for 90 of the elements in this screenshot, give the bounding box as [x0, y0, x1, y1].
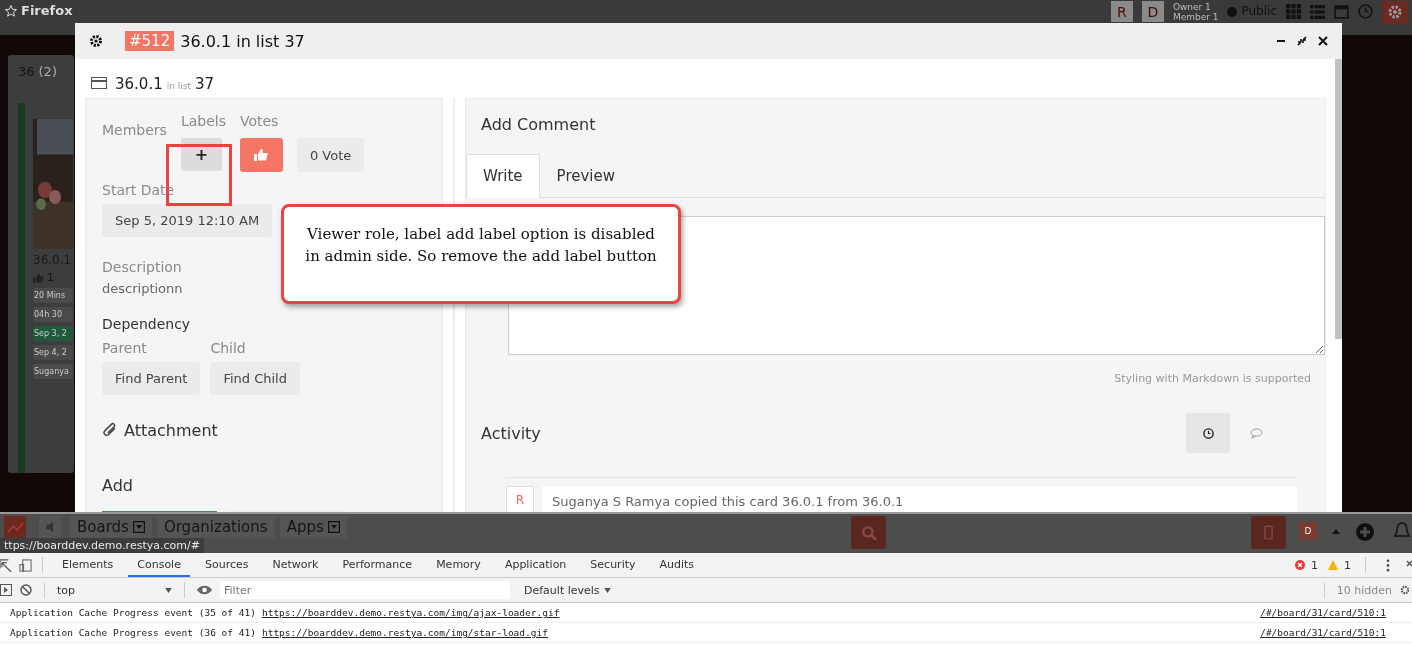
devtools-tab[interactable]: Security	[581, 553, 645, 577]
dropdown-icon	[132, 521, 145, 533]
card-badge: Sep 3, 2	[33, 326, 73, 341]
globe-dot-icon	[1227, 7, 1238, 17]
list-prefix: in list	[166, 81, 191, 91]
log-link[interactable]: https://boarddev.demo.restya.com/img/star-load.gif	[261, 627, 548, 638]
levels-dropdown[interactable]: Default levels	[518, 582, 617, 598]
settings-icon[interactable]	[1400, 585, 1410, 595]
section-heading: Add Comment	[480, 114, 597, 136]
card-number-badge: #512	[125, 31, 175, 51]
settings-button[interactable]	[1382, 1, 1408, 24]
field-label: Labels	[180, 113, 226, 129]
section-heading: Attachment	[124, 421, 218, 440]
warning-count[interactable]: 1	[1344, 558, 1351, 572]
vote-button[interactable]	[239, 138, 283, 172]
card-name: 36.0.1	[115, 75, 163, 93]
close-icon[interactable]	[1318, 36, 1328, 46]
list-name: 37	[195, 75, 215, 93]
filter-field[interactable]: Filter	[220, 581, 510, 599]
field-label: Parent	[102, 340, 147, 356]
inspect-icon[interactable]	[0, 558, 13, 572]
error-icon[interactable]	[1295, 560, 1305, 570]
source-link[interactable]: /#/board/31/card/510:1	[1260, 607, 1386, 618]
section-heading: Activity	[481, 423, 541, 443]
section-heading: Add	[102, 476, 133, 495]
sidebar-toggle-icon[interactable]	[0, 584, 12, 596]
devtools-tab[interactable]: Elements	[53, 553, 123, 577]
clock-filter-button[interactable]	[1186, 413, 1230, 453]
devtools-tab[interactable]: Audits	[650, 553, 704, 577]
avatar: R	[506, 486, 534, 512]
date-button[interactable]: Sep 5, 2019 12:10 AM	[102, 204, 273, 237]
star-icon[interactable]	[5, 5, 17, 17]
add-icon[interactable]	[1355, 522, 1375, 542]
description-text: descriptionn	[102, 281, 183, 296]
field-label: Votes	[239, 113, 280, 129]
card-count: (2)	[38, 64, 57, 79]
role-label: Member 1	[1172, 12, 1219, 22]
modal-title: 36.0.1 in list 37	[180, 31, 305, 51]
avatar[interactable]: D	[1141, 1, 1164, 22]
clock-icon	[1202, 427, 1214, 439]
devtools-tab[interactable]: Performance	[333, 553, 422, 577]
activity-text: Suganya S Ramya copied this card 36.0.1 from 36.0.1	[542, 486, 1297, 512]
eye-icon[interactable]	[197, 585, 212, 595]
phone-icon	[1264, 525, 1273, 540]
avatar[interactable]: R	[1110, 1, 1133, 22]
settings-icon[interactable]	[89, 34, 103, 48]
devtools-tab[interactable]: Network	[263, 553, 328, 577]
context-select[interactable]: top	[57, 583, 172, 597]
card-badge: 04h 30	[33, 307, 73, 322]
find-parent-button[interactable]: Find Parent	[102, 362, 201, 395]
caret-icon[interactable]	[1332, 529, 1340, 534]
browser-title: Firefox	[21, 3, 73, 18]
device-icon[interactable]	[19, 558, 32, 572]
vote-count-button[interactable]: 0 Vote	[296, 138, 365, 172]
devtools-tab[interactable]: Application	[495, 553, 576, 577]
source-link[interactable]: /#/board/31/card/510:1	[1260, 627, 1386, 638]
scrollbar[interactable]	[1335, 59, 1342, 339]
field-label: Child	[210, 340, 246, 356]
card-badge: 20 Mins	[33, 288, 73, 303]
collapse-icon[interactable]	[1297, 36, 1307, 46]
card-badge: Sep 4, 2	[33, 345, 73, 360]
editor-tab[interactable]: Write	[466, 154, 540, 198]
thumbs-up-icon	[33, 272, 44, 283]
more-icon[interactable]	[1386, 558, 1390, 572]
status-url-tooltip: ttps://boarddev.demo.restya.com/#	[0, 538, 204, 553]
role-label: Owner 1	[1172, 2, 1212, 12]
devtools-tab[interactable]: Memory	[427, 553, 490, 577]
error-count[interactable]: 1	[1311, 558, 1318, 572]
devtools-tab[interactable]: Sources	[195, 553, 258, 577]
card-badge: Suganya	[33, 364, 73, 379]
editor-tab[interactable]: Preview	[539, 154, 632, 198]
log-message: Application Cache Progress event (35 of 41)	[10, 607, 256, 618]
speech-bubble-icon	[1249, 427, 1263, 439]
dropdown-icon	[327, 521, 340, 533]
search-icon	[860, 524, 877, 541]
annotation-tooltip: Viewer role, label add label option is disabled in admin side. So remove the add label button	[281, 204, 681, 304]
field-label: Members	[102, 122, 167, 140]
log-message: Application Cache Progress event (36 of 41)	[10, 627, 256, 638]
thumbs-up-icon	[254, 149, 269, 161]
clear-icon[interactable]	[20, 584, 32, 596]
field-label: Description	[102, 259, 182, 275]
caret-icon	[603, 587, 611, 593]
hidden-count: 10 hidden	[1336, 583, 1392, 597]
markdown-hint: Styling with Markdown is supported	[1114, 372, 1311, 385]
card-icon	[91, 77, 107, 89]
section-heading: Dependency	[102, 316, 191, 332]
find-child-button[interactable]: Find Child	[210, 362, 300, 395]
caret-icon	[165, 587, 172, 593]
avatar[interactable]: D	[1299, 522, 1317, 540]
log-link[interactable]: https://boarddev.demo.restya.com/img/ajax-loader.gif	[261, 607, 560, 618]
